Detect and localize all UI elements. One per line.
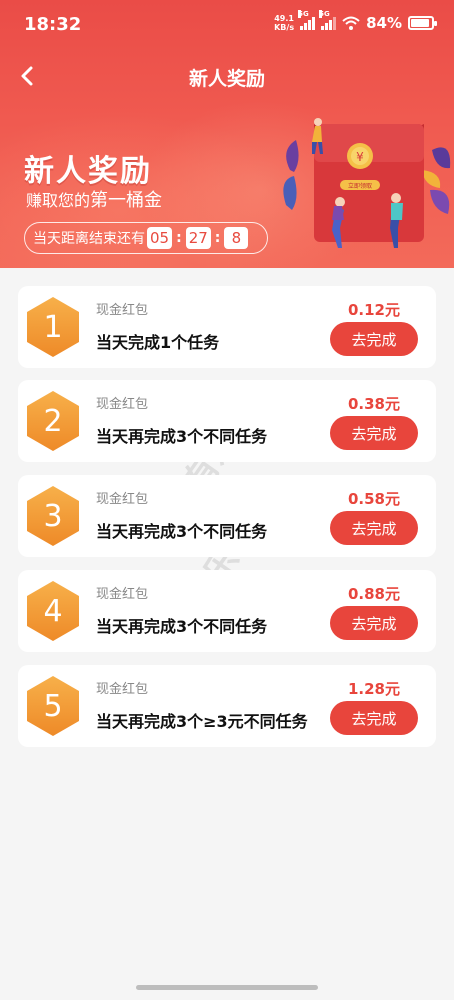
reward-type: 现金红包 bbox=[96, 303, 149, 318]
task-number: 3 bbox=[43, 498, 63, 534]
reward-type: 现金红包 bbox=[96, 682, 149, 697]
go-complete-button[interactable]: 去完成 bbox=[330, 416, 418, 450]
battery-percent: 84% bbox=[366, 14, 402, 32]
go-complete-button[interactable]: 去完成 bbox=[330, 701, 418, 735]
go-complete-button[interactable]: 去完成 bbox=[330, 322, 418, 356]
envelope-label: 立即领取 bbox=[348, 182, 372, 190]
hero-subtitle-lead: 赚取您的 bbox=[26, 191, 91, 210]
countdown-separator: : bbox=[214, 230, 221, 246]
red-envelope-illustration: ¥ 立即领取 bbox=[283, 118, 451, 248]
status-icons: 49.1 KB/s 5G 5G 84% bbox=[274, 10, 437, 32]
net-speed-value: 49.1 bbox=[274, 14, 294, 23]
go-complete-button[interactable]: 去完成 bbox=[330, 606, 418, 640]
task-number: 4 bbox=[43, 593, 63, 629]
sim1-tag: 5G bbox=[298, 10, 309, 18]
task-card: 5 现金红包 当天再完成3个≥3元不同任务 1.28元 去完成 bbox=[18, 665, 436, 747]
task-number: 2 bbox=[43, 403, 63, 439]
battery-icon bbox=[408, 16, 437, 30]
task-description: 当天再完成3个不同任务 bbox=[96, 617, 268, 636]
net-speed-unit: KB/s bbox=[274, 23, 295, 32]
countdown-separator: : bbox=[176, 230, 182, 246]
reward-type: 现金红包 bbox=[96, 492, 149, 507]
go-complete-button[interactable]: 去完成 bbox=[330, 511, 418, 545]
hero-subtitle: 赚取您的第一桶金 bbox=[26, 186, 162, 212]
task-description: 当天再完成3个不同任务 bbox=[96, 522, 268, 541]
task-card: 2 现金红包 当天再完成3个不同任务 0.38元 去完成 bbox=[18, 380, 436, 462]
reward-amount: 0.38元 bbox=[347, 395, 400, 413]
page-title: 新人奖励 bbox=[188, 68, 265, 90]
signal-icon: 5G bbox=[319, 10, 337, 30]
home-indicator[interactable] bbox=[136, 985, 318, 990]
task-card: 3 现金红包 当天再完成3个不同任务 0.58元 去完成 bbox=[18, 475, 436, 557]
task-description: 当天完成1个任务 bbox=[96, 333, 220, 352]
countdown-timer: 当天距离结束还有 05 : 27 : 8 bbox=[24, 222, 268, 254]
nav-bar: 新人奖励 bbox=[0, 52, 454, 100]
reward-amount: 0.12元 bbox=[347, 301, 400, 319]
reward-amount: 1.28元 bbox=[347, 680, 400, 698]
countdown-minutes: 27 bbox=[185, 227, 211, 249]
reward-type: 现金红包 bbox=[96, 587, 149, 602]
task-number: 1 bbox=[43, 309, 63, 345]
header-banner: 18:32 49.1 KB/s 5G 5G 84% 新人奖励 新人奖励 赚取您的… bbox=[0, 0, 454, 268]
signal-icon: 5G bbox=[298, 10, 316, 30]
hero-subtitle-main: 第一桶金 bbox=[90, 190, 163, 211]
countdown-label: 当天距离结束还有 bbox=[33, 231, 145, 247]
countdown-hours: 05 bbox=[147, 227, 173, 249]
reward-amount: 0.88元 bbox=[347, 585, 400, 603]
envelope-coin: ¥ bbox=[356, 150, 364, 164]
reward-amount: 0.58元 bbox=[347, 490, 400, 508]
task-description: 当天再完成3个≥3元不同任务 bbox=[96, 712, 308, 731]
task-number: 5 bbox=[43, 688, 63, 724]
reward-type: 现金红包 bbox=[96, 397, 149, 412]
status-bar: 18:32 49.1 KB/s 5G 5G 84% bbox=[0, 0, 454, 50]
net-speed: 49.1 KB/s bbox=[274, 14, 294, 32]
wifi-icon bbox=[342, 16, 360, 30]
task-description: 当天再完成3个不同任务 bbox=[96, 427, 268, 446]
task-card: 1 现金红包 当天完成1个任务 0.12元 去完成 bbox=[18, 286, 436, 368]
status-time: 18:32 bbox=[24, 14, 82, 35]
sim2-tag: 5G bbox=[319, 10, 330, 18]
countdown-seconds: 8 bbox=[224, 227, 249, 249]
hero-title: 新人奖励 bbox=[24, 154, 152, 189]
task-card: 4 现金红包 当天再完成3个不同任务 0.88元 去完成 bbox=[18, 570, 436, 652]
